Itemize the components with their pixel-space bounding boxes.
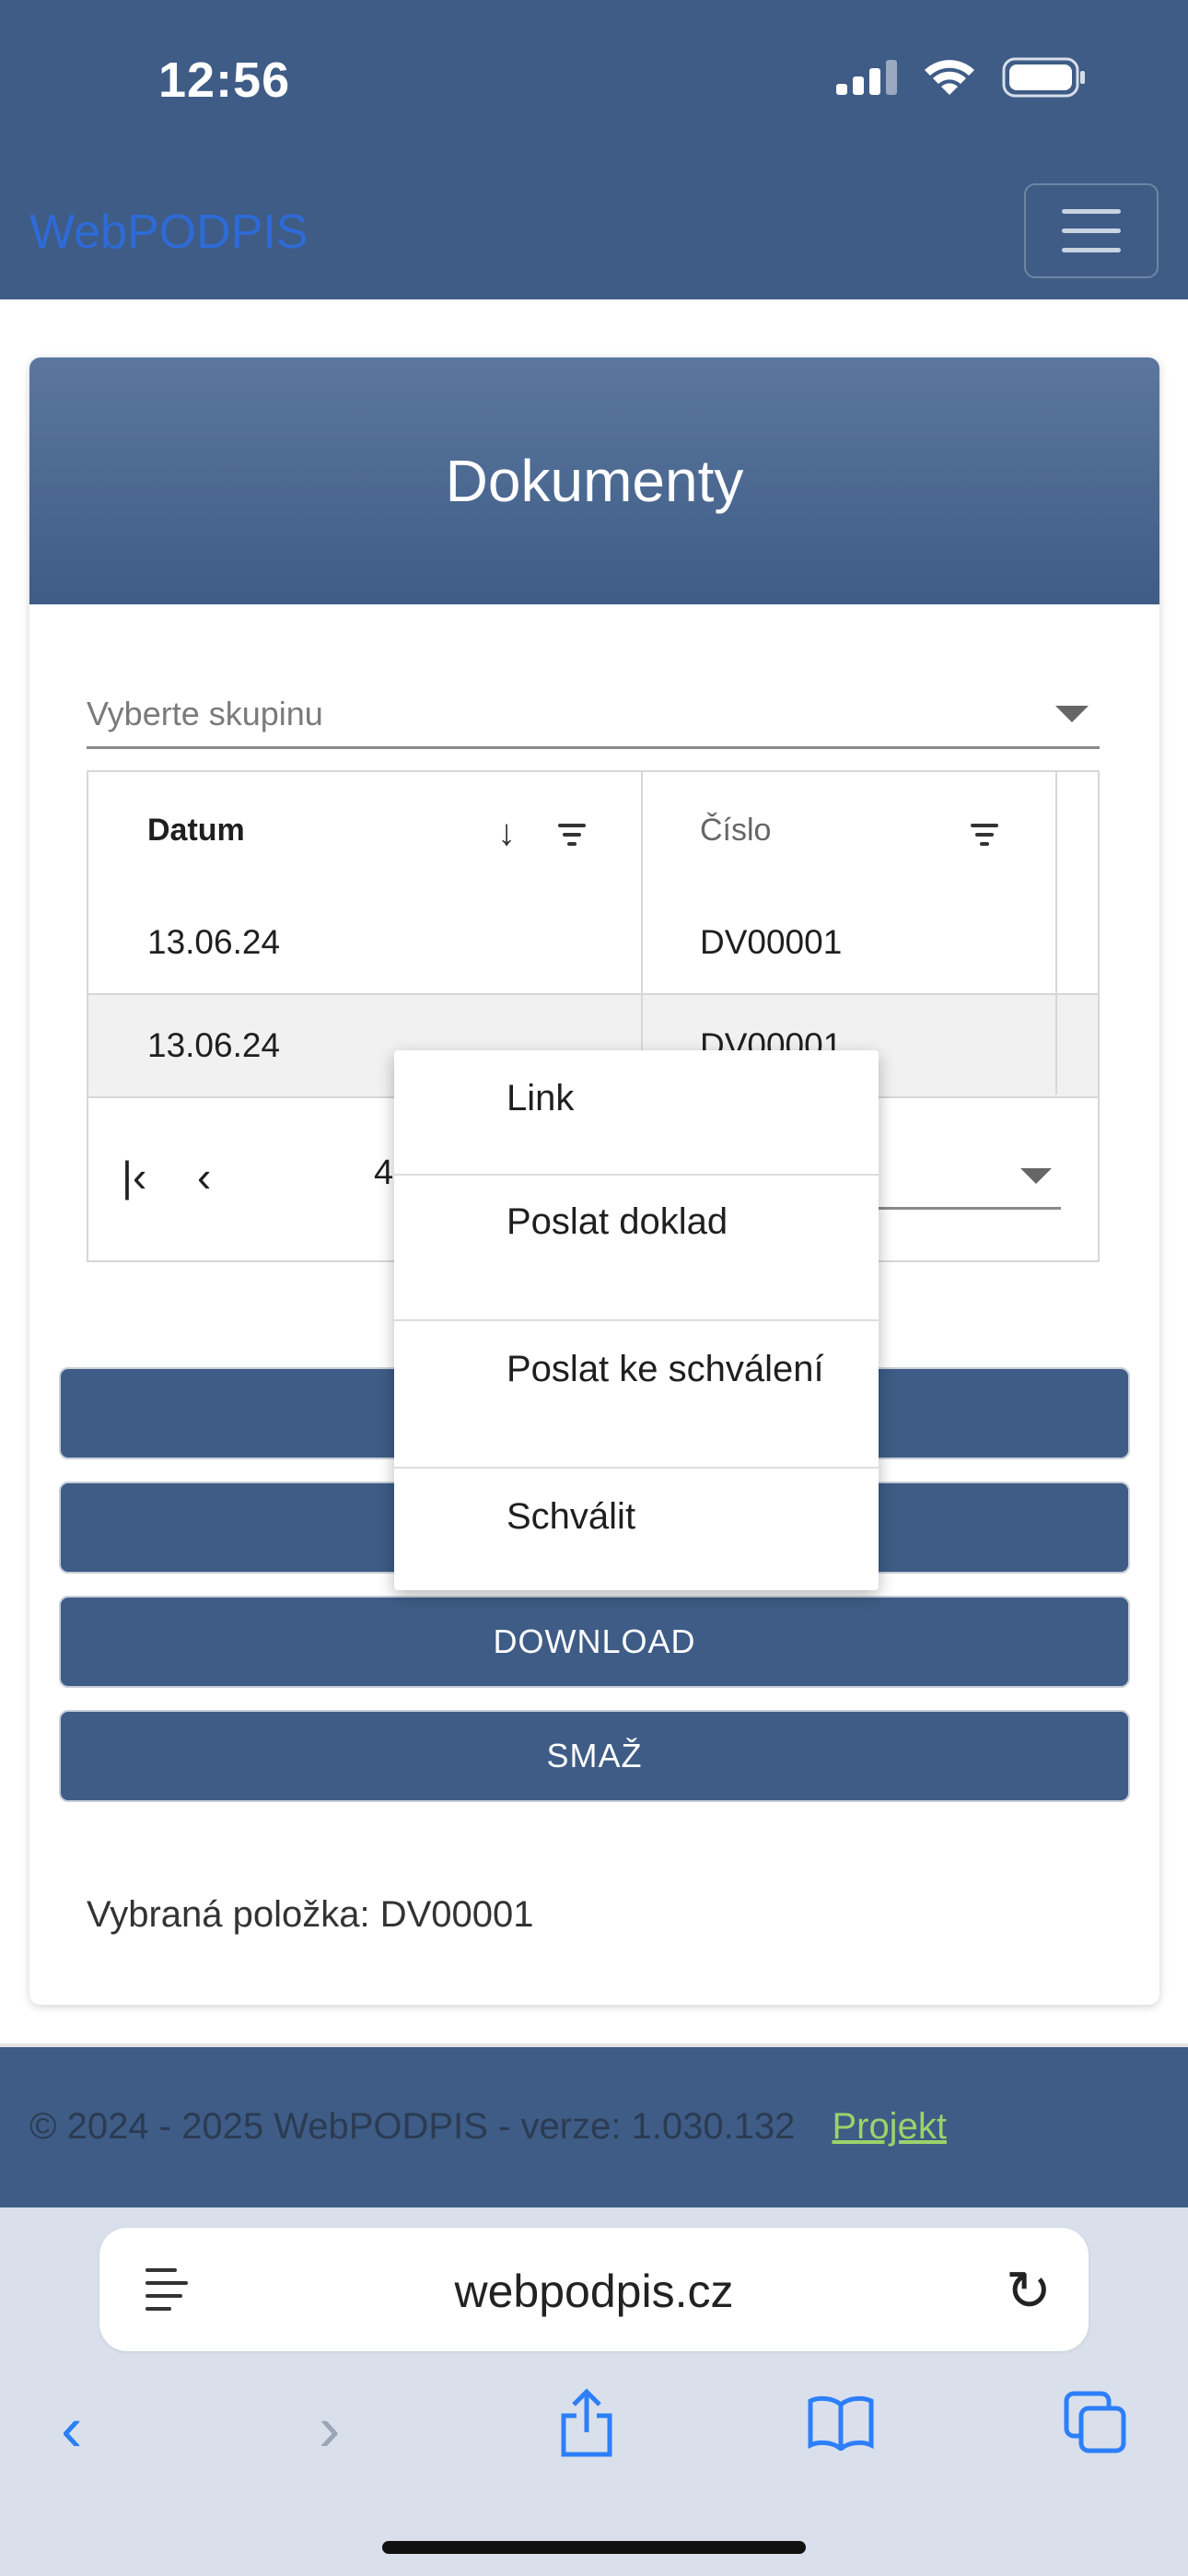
cell-datum: 13.06.24 — [147, 1026, 281, 1064]
cell-cislo: DV00001 — [700, 923, 843, 961]
page-title: Dokumenty — [445, 448, 744, 514]
brand-link[interactable]: WebPODPIS — [29, 205, 308, 260]
page-footer: © 2024 - 2025 WebPODPIS - verze: 1.030.1… — [0, 2043, 1188, 2211]
filter-icon[interactable] — [971, 824, 998, 851]
download-button[interactable]: DOWNLOAD — [59, 1596, 1130, 1688]
share-icon[interactable] — [558, 2388, 615, 2458]
menu-toggle-button[interactable] — [1024, 183, 1159, 278]
caret-down-icon — [1055, 706, 1089, 722]
home-indicator — [382, 2541, 806, 2554]
bookmarks-icon[interactable] — [807, 2394, 875, 2451]
filter-icon[interactable] — [558, 824, 586, 851]
hamburger-icon — [1062, 228, 1121, 233]
menu-item-link[interactable]: Link — [394, 1050, 879, 1176]
menu-item-send-document[interactable]: Poslat doklad — [394, 1174, 879, 1321]
table-row[interactable]: 13.06.24 DV00001 — [88, 892, 1098, 995]
top-navbar: 12:56 WebPODPIS — [0, 0, 1188, 299]
group-select-placeholder: Vyberte skupinu — [87, 695, 323, 732]
back-icon[interactable]: ‹ — [61, 2392, 82, 2465]
menu-item-send-for-approval[interactable]: Poslat ke schválení — [394, 1321, 879, 1469]
menu-item-label: Poslat doklad — [507, 1201, 728, 1242]
wifi-icon — [925, 60, 974, 95]
hamburger-icon — [1062, 248, 1121, 252]
menu-item-approve[interactable]: Schválit — [394, 1469, 879, 1590]
footer-text: © 2024 - 2025 WebPODPIS - verze: 1.030.1… — [29, 2106, 947, 2148]
column-header-datum[interactable]: Datum — [147, 813, 245, 849]
project-link[interactable]: Projekt — [832, 2106, 947, 2147]
menu-item-label: Link — [507, 1078, 575, 1118]
context-menu: Link Poslat doklad Poslat ke schválení S… — [394, 1050, 879, 1590]
caret-down-icon — [1020, 1168, 1052, 1184]
browser-toolbar: webpodpis.cz ↻ ‹ › — [0, 2207, 1188, 2576]
reload-icon[interactable]: ↻ — [1006, 2259, 1052, 2324]
card-header: Dokumenty — [29, 357, 1159, 604]
sort-down-arrow-icon[interactable]: ↓ — [497, 813, 516, 854]
table-header: Datum ↓ Číslo — [88, 772, 1098, 894]
menu-item-label: Schválit — [507, 1496, 636, 1537]
status-icons — [836, 57, 1087, 98]
column-divider — [1055, 772, 1057, 1095]
selected-item-text: Vybraná položka: DV00001 — [87, 1894, 534, 1935]
address-bar[interactable]: webpodpis.cz ↻ — [99, 2228, 1089, 2351]
signal-icon — [836, 60, 897, 95]
column-header-cislo[interactable]: Číslo — [700, 813, 771, 849]
cell-datum: 13.06.24 — [147, 923, 281, 961]
first-page-icon[interactable]: |‹ — [122, 1152, 146, 1201]
status-time: 12:56 — [158, 53, 291, 108]
delete-button[interactable]: SMAŽ — [59, 1710, 1130, 1802]
hamburger-icon — [1062, 209, 1121, 214]
battery-icon — [1002, 57, 1085, 98]
previous-page-icon[interactable]: ‹ — [197, 1152, 211, 1201]
column-divider — [641, 772, 643, 1095]
group-select[interactable]: Vyberte skupinu — [87, 689, 1100, 749]
footer-copyright: © 2024 - 2025 WebPODPIS - verze: 1.030.1… — [29, 2106, 796, 2147]
menu-item-label: Poslat ke schválení — [507, 1349, 824, 1389]
forward-icon[interactable]: › — [319, 2392, 340, 2465]
tabs-icon[interactable] — [1063, 2390, 1127, 2454]
url-text: webpodpis.cz — [454, 2266, 734, 2317]
